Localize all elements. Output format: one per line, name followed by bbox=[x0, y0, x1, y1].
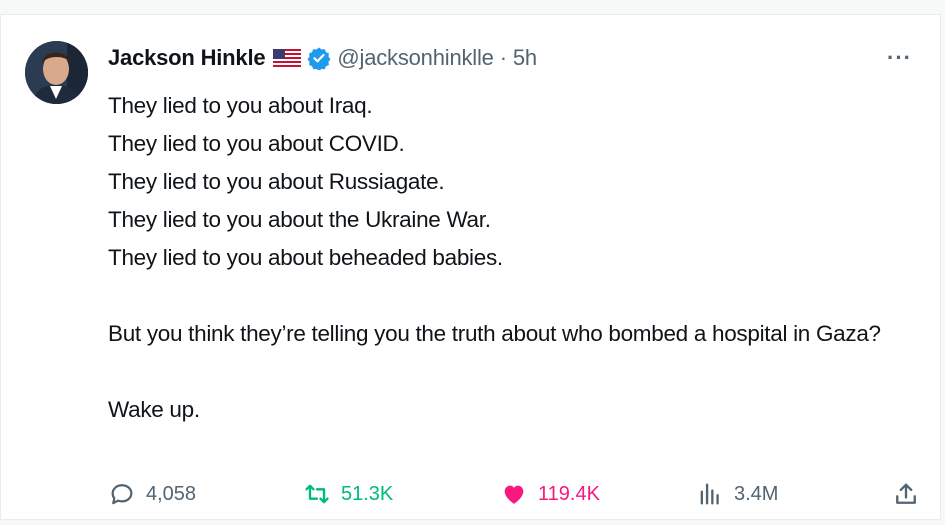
tweet-line: But you think they’re telling you the tr… bbox=[108, 321, 881, 346]
author-handle[interactable]: @jacksonhinklle bbox=[337, 45, 493, 71]
views-count: 3.4M bbox=[734, 482, 779, 505]
action-bar: 4,058 51.3K 119.4K 3.4M bbox=[108, 474, 923, 514]
like-count: 119.4K bbox=[538, 482, 600, 505]
tweet-line: Wake up. bbox=[108, 397, 200, 422]
reply-button[interactable]: 4,058 bbox=[108, 474, 196, 514]
tweet-line: They lied to you about Russiagate. bbox=[108, 169, 445, 194]
analytics-icon bbox=[700, 483, 719, 505]
verified-badge-icon[interactable] bbox=[307, 46, 331, 70]
views-button[interactable]: 3.4M bbox=[696, 474, 778, 514]
retweet-button[interactable]: 51.3K bbox=[303, 474, 393, 514]
tweet-line: They lied to you about beheaded babies. bbox=[108, 245, 503, 270]
avatar[interactable] bbox=[25, 41, 88, 104]
tweet-line: They lied to you about Iraq. bbox=[108, 93, 373, 118]
separator-dot: · bbox=[499, 45, 507, 70]
avatar-image bbox=[25, 41, 88, 104]
heart-icon bbox=[504, 485, 524, 504]
us-flag-icon bbox=[273, 49, 302, 67]
tweet-timestamp[interactable]: 5h bbox=[513, 45, 537, 71]
more-options-icon[interactable]: ··· bbox=[887, 45, 912, 71]
retweet-icon bbox=[305, 484, 329, 504]
author-name[interactable]: Jackson Hinkle bbox=[108, 45, 266, 71]
tweet-line: They lied to you about COVID. bbox=[108, 131, 405, 156]
share-icon bbox=[896, 483, 916, 504]
share-button[interactable] bbox=[892, 474, 920, 514]
tweet-card[interactable]: Jackson Hinkle @jacksonhinklle · 5h ··· … bbox=[0, 14, 941, 520]
tweet-line: They lied to you about the Ukraine War. bbox=[108, 207, 491, 232]
reply-count: 4,058 bbox=[146, 482, 197, 505]
tweet-header: Jackson Hinkle @jacksonhinklle · 5h bbox=[108, 43, 537, 73]
tweet-text: They lied to you about Iraq. They lied t… bbox=[108, 87, 918, 429]
reply-icon bbox=[111, 484, 133, 505]
like-button[interactable]: 119.4K bbox=[500, 474, 600, 514]
retweet-count: 51.3K bbox=[341, 482, 394, 505]
